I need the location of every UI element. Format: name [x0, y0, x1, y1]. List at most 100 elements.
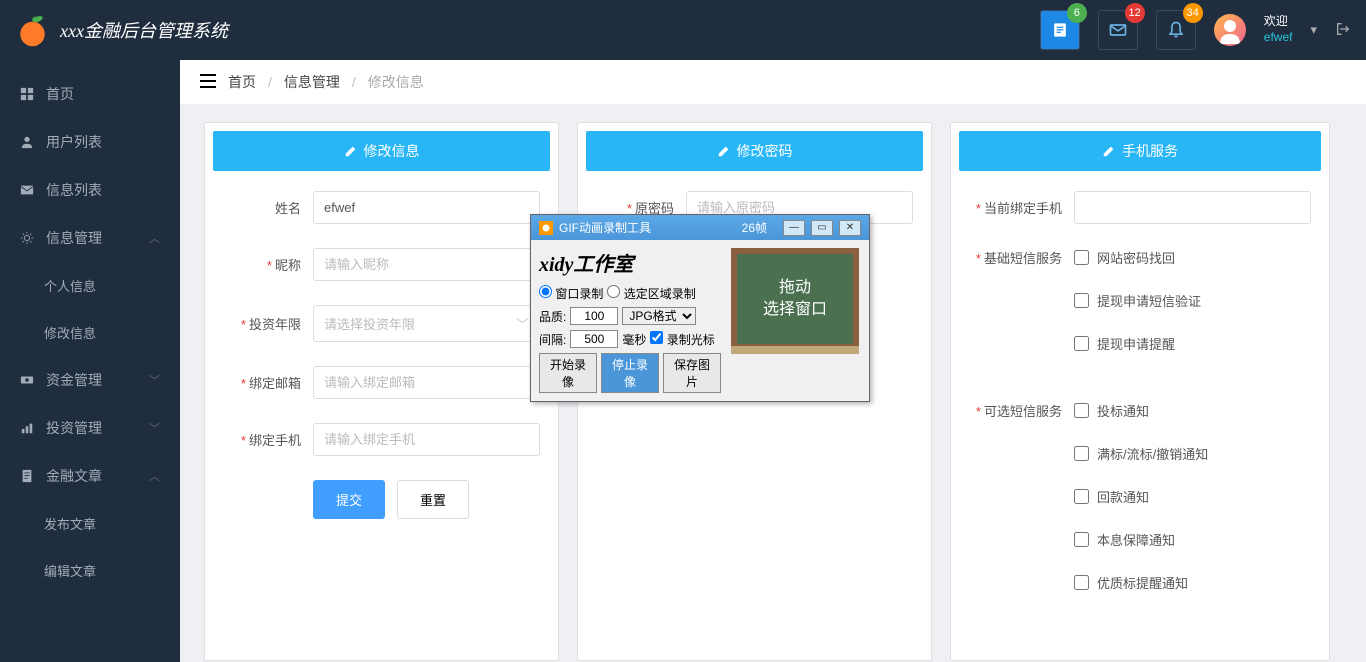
messages-button[interactable]: 6 — [1040, 10, 1080, 50]
orange-icon — [15, 13, 50, 48]
sidebar-item-label: 修改信息 — [44, 323, 96, 342]
sidebar-item-info-list[interactable]: 信息列表 — [0, 166, 180, 214]
hamburger-icon — [200, 74, 216, 88]
breadcrumb-current: 修改信息 — [368, 72, 424, 92]
sidebar-item-edit-article[interactable]: 编辑文章 — [0, 547, 180, 594]
edit-icon — [1102, 144, 1116, 158]
user-menu-caret[interactable]: ▾ — [1310, 22, 1317, 38]
reset-button[interactable]: 重置 — [397, 480, 469, 519]
basic-opt-1[interactable] — [1074, 293, 1089, 308]
gif-titlebar[interactable]: GIF动画录制工具 26帧 — ▭ ✕ — [531, 215, 869, 240]
format-select[interactable]: JPG格式 — [622, 307, 696, 325]
checkbox-label: 投标通知 — [1097, 401, 1149, 420]
welcome-block: 欢迎 efwef — [1264, 14, 1293, 45]
close-button[interactable]: ✕ — [839, 220, 861, 236]
app-icon — [539, 221, 553, 235]
cur-phone-label: *当前绑定手机 — [969, 198, 1074, 217]
opt-opt-4[interactable] — [1074, 575, 1089, 590]
toggle-sidebar-button[interactable] — [200, 74, 216, 91]
mail-badge: 12 — [1125, 3, 1145, 23]
basic-opt-0[interactable] — [1074, 250, 1089, 265]
gif-frames: 26帧 — [742, 219, 767, 236]
sidebar-item-label: 发布文章 — [44, 514, 96, 533]
save-image-button[interactable]: 保存图片 — [663, 353, 721, 393]
chevron-down-icon: ﹀ — [149, 372, 160, 388]
quality-input[interactable] — [570, 307, 618, 325]
sidebar-item-funds[interactable]: 资金管理 ﹀ — [0, 356, 180, 404]
sidebar-item-label: 金融文章 — [46, 466, 102, 486]
mail-icon — [1108, 20, 1128, 40]
user-icon — [20, 135, 34, 149]
chevron-up-icon: ︿ — [149, 230, 160, 246]
panel-phone-service: 手机服务 *当前绑定手机 *基础短信服务 网站密码找回 提现申请短信验证 提现申… — [950, 122, 1330, 661]
ms-label: 毫秒 — [622, 331, 646, 348]
years-select[interactable]: 请选择投资年限 ﹀ — [313, 305, 540, 342]
mode-window[interactable]: 窗口录制 — [539, 285, 603, 302]
quality-label: 品质: — [539, 308, 566, 325]
sidebar-item-label: 首页 — [46, 84, 74, 104]
checkbox-label: 提现申请提醒 — [1097, 334, 1175, 353]
gif-recorder-window[interactable]: GIF动画录制工具 26帧 — ▭ ✕ xidy工作室 窗口录制 选定区域录制 … — [530, 214, 870, 402]
grid-icon — [20, 87, 34, 101]
nick-label: *昵称 — [223, 255, 313, 274]
sidebar-item-label: 投资管理 — [46, 418, 102, 438]
bell-button[interactable]: 34 — [1156, 10, 1196, 50]
nick-input[interactable] — [313, 248, 540, 281]
name-label: 姓名 — [223, 198, 313, 217]
chart-icon — [20, 421, 34, 435]
panel-header: 手机服务 — [959, 131, 1321, 171]
sidebar-item-label: 信息管理 — [46, 228, 102, 248]
basic-opt-2[interactable] — [1074, 336, 1089, 351]
cur-phone-input[interactable] — [1074, 191, 1311, 224]
drag-target[interactable]: 拖动选择窗口 — [731, 248, 859, 350]
sidebar-item-label: 资金管理 — [46, 370, 102, 390]
sidebar: 首页 用户列表 信息列表 信息管理 ︿ 个人信息 修改信息 资金管理 ﹀ 投资管… — [0, 60, 180, 662]
sidebar-item-label: 用户列表 — [46, 132, 102, 152]
checkbox-label: 优质标提醒通知 — [1097, 573, 1188, 592]
maximize-button[interactable]: ▭ — [811, 220, 833, 236]
gif-studio-logo: xidy工作室 — [539, 248, 721, 277]
breadcrumb-section[interactable]: 信息管理 — [284, 72, 340, 92]
breadcrumb-home[interactable]: 首页 — [228, 72, 256, 92]
avatar[interactable] — [1214, 14, 1246, 46]
sidebar-item-home[interactable]: 首页 — [0, 70, 180, 118]
cursor-checkbox[interactable]: 录制光标 — [650, 331, 714, 348]
mode-region[interactable]: 选定区域录制 — [607, 285, 695, 302]
checkbox-label: 回款通知 — [1097, 487, 1149, 506]
mail-button[interactable]: 12 — [1098, 10, 1138, 50]
minimize-button[interactable]: — — [783, 220, 805, 236]
edit-icon — [344, 144, 358, 158]
stop-record-button[interactable]: 停止录像 — [601, 353, 659, 393]
email-input[interactable] — [313, 366, 540, 399]
username-text: efwef — [1264, 30, 1293, 46]
sidebar-item-personal-info[interactable]: 个人信息 — [0, 262, 180, 309]
phone-label: *绑定手机 — [223, 430, 313, 449]
checkbox-label: 提现申请短信验证 — [1097, 291, 1201, 310]
sidebar-item-articles[interactable]: 金融文章 ︿ — [0, 452, 180, 500]
submit-button[interactable]: 提交 — [313, 480, 385, 519]
start-record-button[interactable]: 开始录像 — [539, 353, 597, 393]
sidebar-item-invest[interactable]: 投资管理 ﹀ — [0, 404, 180, 452]
panel-edit-info: 修改信息 姓名 *昵称 *投资年限 请选择投资年限 — [204, 122, 559, 661]
opt-opt-3[interactable] — [1074, 532, 1089, 547]
sidebar-item-users[interactable]: 用户列表 — [0, 118, 180, 166]
logout-button[interactable] — [1335, 21, 1351, 40]
checkbox-label: 本息保障通知 — [1097, 530, 1175, 549]
chevron-down-icon: ﹀ — [149, 420, 160, 436]
name-input[interactable] — [313, 191, 540, 224]
bell-icon — [1166, 20, 1186, 40]
opt-opt-0[interactable] — [1074, 403, 1089, 418]
phone-input[interactable] — [313, 423, 540, 456]
sidebar-item-publish[interactable]: 发布文章 — [0, 500, 180, 547]
interval-input[interactable] — [570, 330, 618, 348]
email-label: *绑定邮箱 — [223, 373, 313, 392]
gif-title-text: GIF动画录制工具 — [559, 219, 736, 236]
sidebar-item-label: 信息列表 — [46, 180, 102, 200]
opt-opt-1[interactable] — [1074, 446, 1089, 461]
app-logo: xxx金融后台管理系统 — [15, 13, 228, 48]
sidebar-item-info-mgmt[interactable]: 信息管理 ︿ — [0, 214, 180, 262]
gear-icon — [20, 231, 34, 245]
sidebar-item-edit-info[interactable]: 修改信息 — [0, 309, 180, 356]
basic-sms-label: *基础短信服务 — [969, 248, 1074, 267]
opt-opt-2[interactable] — [1074, 489, 1089, 504]
